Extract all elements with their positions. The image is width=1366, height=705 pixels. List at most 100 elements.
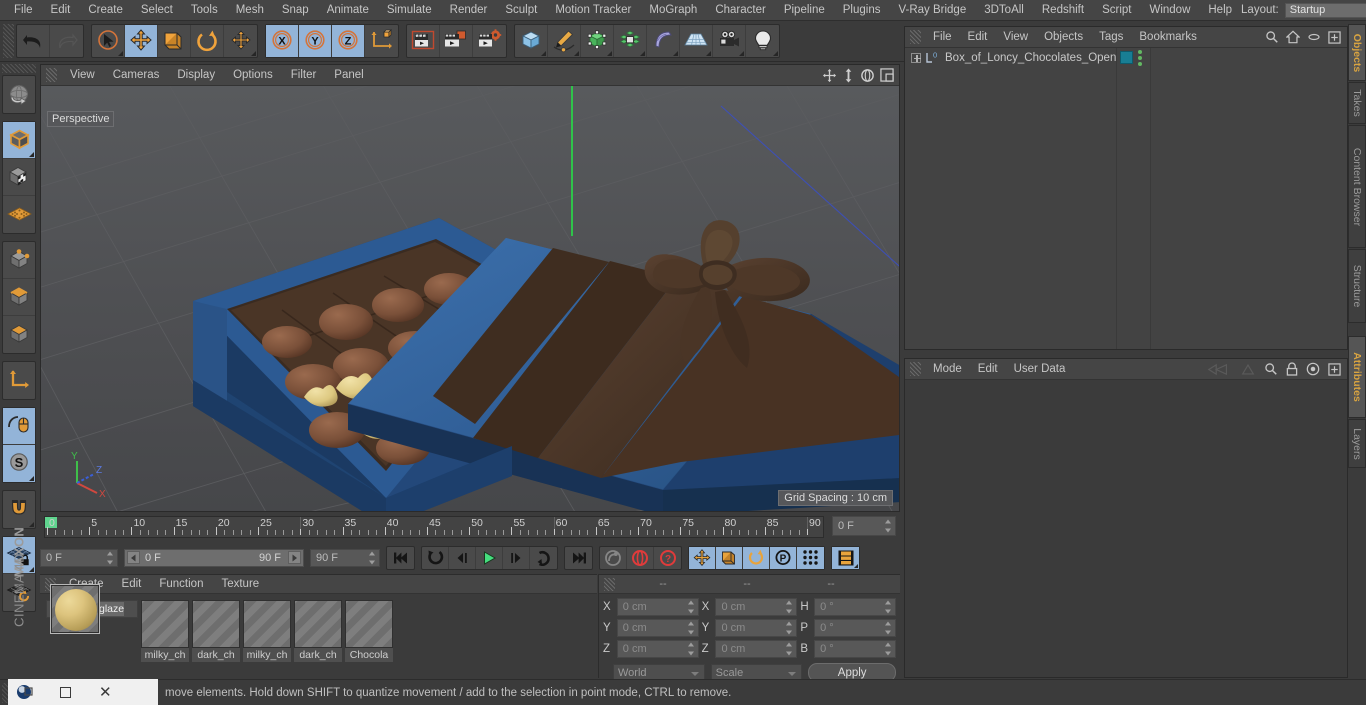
- spinner-icon[interactable]: [107, 551, 114, 564]
- home-icon[interactable]: [1286, 30, 1300, 44]
- search-icon[interactable]: [1264, 362, 1278, 376]
- spinner-icon[interactable]: [687, 642, 695, 656]
- rotate-tool-button[interactable]: [191, 25, 224, 57]
- arrow-right-icon[interactable]: [1240, 363, 1256, 376]
- object-tree[interactable]: 0 Box_of_Loncy_Chocolates_Open: [905, 48, 1347, 349]
- record-position-button[interactable]: [689, 546, 716, 569]
- menu-item-help[interactable]: Help: [1199, 0, 1241, 21]
- close-window-icon[interactable]: ✕: [99, 685, 112, 700]
- viewport-menu-view[interactable]: View: [61, 65, 104, 86]
- menu-item-plugins[interactable]: Plugins: [834, 0, 890, 21]
- keyframe-selection-button[interactable]: ?: [654, 547, 681, 569]
- next-key-button[interactable]: [530, 547, 557, 569]
- menu-item-sculpt[interactable]: Sculpt: [496, 0, 546, 21]
- go-to-start-button[interactable]: [387, 547, 414, 569]
- add-camera-button[interactable]: [713, 25, 746, 57]
- material-menu-function[interactable]: Function: [150, 575, 212, 594]
- maximize-viewport-icon[interactable]: [880, 68, 894, 82]
- dolly-icon[interactable]: [842, 68, 855, 83]
- size-field[interactable]: 0 cm: [715, 619, 798, 637]
- spinner-icon[interactable]: [885, 519, 892, 533]
- menu-item-3dtoall[interactable]: 3DToAll: [975, 0, 1033, 21]
- position-field[interactable]: 0 cm: [616, 619, 699, 637]
- coordinates-grip[interactable]: [604, 577, 615, 591]
- attribute-menu-user-data[interactable]: User Data: [1006, 359, 1074, 380]
- menu-item-tools[interactable]: Tools: [182, 0, 227, 21]
- menu-item-simulate[interactable]: Simulate: [378, 0, 441, 21]
- make-editable-button[interactable]: [3, 122, 35, 159]
- viewport-menu-panel[interactable]: Panel: [325, 65, 372, 86]
- object-menu-edit[interactable]: Edit: [960, 27, 996, 48]
- spinner-icon[interactable]: [786, 642, 793, 656]
- rotation-field[interactable]: 0 °: [814, 640, 896, 658]
- vertical-tab-layers[interactable]: Layers: [1348, 419, 1366, 469]
- object-menu-bookmarks[interactable]: Bookmarks: [1131, 27, 1205, 48]
- target-icon[interactable]: [1306, 362, 1320, 376]
- move-tool-button[interactable]: [125, 25, 158, 57]
- viewport-solo-button[interactable]: [3, 408, 35, 445]
- position-field[interactable]: 0 cm: [616, 598, 699, 616]
- record-active-objects-button[interactable]: [600, 546, 627, 569]
- material-tag-icon[interactable]: [1120, 51, 1134, 64]
- material-preview[interactable]: [243, 600, 291, 648]
- spinner-icon[interactable]: [687, 600, 695, 614]
- menu-item-v-ray-bridge[interactable]: V-Ray Bridge: [889, 0, 975, 21]
- position-field[interactable]: 0 cm: [616, 640, 699, 658]
- search-icon[interactable]: [1265, 30, 1279, 44]
- record-scale-button[interactable]: [716, 546, 743, 569]
- render-view-button[interactable]: [407, 25, 440, 57]
- object-menu-objects[interactable]: Objects: [1036, 27, 1091, 48]
- vertical-tab-attributes[interactable]: Attributes: [1348, 336, 1366, 419]
- menu-item-mesh[interactable]: Mesh: [227, 0, 273, 21]
- size-field[interactable]: 0 cm: [715, 640, 798, 658]
- menu-item-window[interactable]: Window: [1140, 0, 1199, 21]
- timeline-frame-field[interactable]: 0 F: [832, 516, 896, 538]
- material-item[interactable]: dark_ch: [192, 600, 240, 662]
- object-menu-file[interactable]: File: [925, 27, 960, 48]
- world-object-axis-button[interactable]: [365, 25, 398, 57]
- current-frame-field[interactable]: 0 F: [40, 548, 118, 567]
- add-deformer-button[interactable]: [647, 25, 680, 57]
- rotate-view-icon[interactable]: [860, 68, 875, 83]
- rotation-field[interactable]: 0 °: [814, 598, 896, 616]
- add-generator-button[interactable]: [581, 25, 614, 57]
- viewport-menu-options[interactable]: Options: [224, 65, 282, 86]
- left-toolbar-grip[interactable]: [2, 64, 36, 73]
- menu-item-redshift[interactable]: Redshift: [1033, 0, 1093, 21]
- menu-item-character[interactable]: Character: [706, 0, 775, 21]
- material-preview[interactable]: [345, 600, 393, 648]
- play-button[interactable]: [476, 546, 503, 569]
- y-axis-lock-button[interactable]: Y: [299, 25, 332, 57]
- menu-item-render[interactable]: Render: [441, 0, 497, 21]
- add-environment-button[interactable]: [680, 25, 713, 57]
- move-alt-button[interactable]: [224, 25, 257, 57]
- viewport-menu-cameras[interactable]: Cameras: [104, 65, 169, 86]
- points-mode-button[interactable]: [3, 242, 35, 279]
- axis-modification-button[interactable]: [3, 196, 35, 233]
- attribute-menu-mode[interactable]: Mode: [925, 359, 970, 380]
- add-modeling-object-button[interactable]: [614, 25, 647, 57]
- spinner-icon[interactable]: [884, 621, 892, 635]
- preview-range-field[interactable]: 0 F 90 F: [124, 548, 304, 567]
- spinner-icon[interactable]: [786, 621, 793, 635]
- menu-item-file[interactable]: File: [5, 0, 42, 21]
- end-frame-field[interactable]: 90 F: [310, 548, 380, 567]
- range-right-arrow-icon[interactable]: [288, 551, 301, 564]
- menu-item-mograph[interactable]: MoGraph: [640, 0, 706, 21]
- spinner-icon[interactable]: [687, 621, 695, 635]
- menu-item-script[interactable]: Script: [1093, 0, 1140, 21]
- material-menu-texture[interactable]: Texture: [212, 575, 268, 594]
- render-settings-button[interactable]: [473, 25, 506, 57]
- expand-toggle-icon[interactable]: [911, 52, 921, 63]
- object-row[interactable]: 0 Box_of_Loncy_Chocolates_Open: [905, 48, 1116, 67]
- material-item[interactable]: dark_ch: [294, 600, 342, 662]
- layout-select[interactable]: Startup: [1284, 2, 1366, 18]
- menu-item-animate[interactable]: Animate: [318, 0, 378, 21]
- record-parameter-button[interactable]: P: [770, 546, 797, 569]
- go-to-end-button[interactable]: [565, 547, 592, 569]
- object-axis-button[interactable]: [3, 362, 35, 399]
- timeline-ruler[interactable]: 0 5 10 15 20 25 30 35 40 45 50 55 60 65 70 75 80 85 90: [44, 516, 824, 538]
- x-axis-lock-button[interactable]: X: [266, 25, 299, 57]
- animation-mode-button[interactable]: [832, 546, 859, 569]
- add-cube-button[interactable]: [515, 25, 548, 57]
